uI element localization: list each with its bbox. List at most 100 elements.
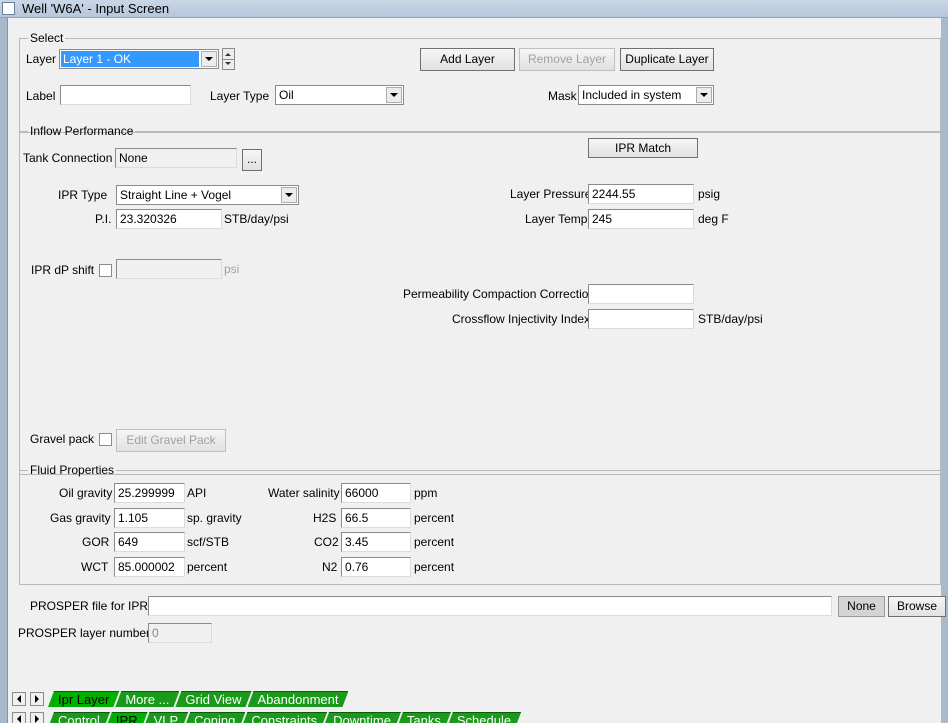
- n2-input[interactable]: 0.76: [341, 557, 411, 577]
- tab-tanks[interactable]: Tanks: [397, 712, 451, 723]
- tab-grid-view[interactable]: Grid View: [175, 691, 251, 707]
- chevron-left-icon: [17, 695, 21, 703]
- wct-label: WCT: [81, 560, 109, 574]
- select-legend: Select: [30, 31, 64, 45]
- co2-input[interactable]: 3.45: [341, 532, 411, 552]
- edit-gravel-pack-button[interactable]: Edit Gravel Pack: [116, 429, 226, 452]
- mask-value: Included in system: [582, 88, 682, 102]
- perm-compaction-label: Permeability Compaction Correction: [403, 287, 596, 301]
- layer-select[interactable]: Layer 1 - OK: [59, 49, 219, 69]
- tab-abandonment[interactable]: Abandonment: [248, 691, 349, 707]
- n2-label: N2: [322, 560, 338, 574]
- tank-connection-label: Tank Connection: [23, 151, 113, 165]
- layer-tab-bar: Ipr Layer More ... Grid View Abandonment: [8, 691, 941, 707]
- gor-unit: scf/STB: [187, 535, 230, 549]
- gor-label: GOR: [82, 535, 110, 549]
- tab-schedule[interactable]: Schedule: [447, 712, 521, 723]
- prosper-layer-number-label: PROSPER layer number: [18, 626, 151, 640]
- gas-gravity-unit: sp. gravity: [187, 511, 242, 525]
- chevron-down-icon[interactable]: [696, 87, 712, 103]
- gravel-pack-checkbox[interactable]: [99, 433, 112, 446]
- tab-more[interactable]: More ...: [115, 691, 179, 707]
- window-title: Well 'W6A' - Input Screen: [22, 1, 170, 16]
- layer-temp-input[interactable]: 245: [588, 209, 694, 229]
- layer-temp-label: Layer Temp: [525, 212, 588, 226]
- prosper-layer-number-input[interactable]: 0: [148, 623, 212, 643]
- gravel-pack-label: Gravel pack: [30, 432, 95, 446]
- ipr-dp-shift-input[interactable]: [116, 259, 222, 279]
- ipr-type-value: Straight Line + Vogel: [120, 188, 232, 202]
- tab-downtime[interactable]: Downtime: [323, 712, 401, 723]
- co2-label: CO2: [314, 535, 339, 549]
- h2s-unit: percent: [414, 511, 455, 525]
- main-tab-scroll-right[interactable]: [30, 712, 44, 723]
- tab-control[interactable]: Control: [48, 712, 110, 723]
- window-icon[interactable]: [2, 2, 15, 15]
- water-salinity-input[interactable]: 66000: [341, 483, 411, 503]
- fluid-legend: Fluid Properties: [30, 463, 115, 477]
- layer-type-label: Layer Type: [210, 89, 270, 103]
- layer-tabs: Ipr Layer More ... Grid View Abandonment: [48, 691, 344, 707]
- ipr-dp-shift-label: IPR dP shift: [31, 263, 95, 277]
- wct-input[interactable]: 85.000002: [114, 557, 185, 577]
- main-tab-scroll-left[interactable]: [12, 712, 26, 723]
- chevron-down-icon[interactable]: [201, 51, 217, 67]
- layer-pressure-label: Layer Pressure: [510, 187, 592, 201]
- ipr-type-select[interactable]: Straight Line + Vogel: [116, 185, 299, 205]
- layer-type-select[interactable]: Oil: [275, 85, 404, 105]
- right-frame: [941, 18, 948, 723]
- gas-gravity-label: Gas gravity: [50, 511, 111, 525]
- chevron-down-icon[interactable]: [281, 187, 297, 203]
- chevron-down-icon[interactable]: [386, 87, 402, 103]
- tab-scroll-right[interactable]: [30, 692, 44, 706]
- pi-unit: STB/day/psi: [224, 212, 289, 226]
- tank-browse-button[interactable]: ...: [242, 149, 262, 171]
- label-label: Label: [26, 89, 56, 103]
- layer-type-value: Oil: [279, 88, 294, 102]
- oil-gravity-unit: API: [187, 486, 207, 500]
- chevron-right-icon: [35, 715, 39, 723]
- tab-constraints[interactable]: Constraints: [241, 712, 327, 723]
- mask-select[interactable]: Included in system: [578, 85, 714, 105]
- water-salinity-label: Water salinity: [268, 486, 340, 500]
- layer-pressure-unit: psig: [698, 187, 721, 201]
- perm-compaction-input[interactable]: [588, 284, 694, 304]
- crossflow-input[interactable]: [588, 309, 694, 329]
- layer-pressure-input[interactable]: 2244.55: [588, 184, 694, 204]
- spin-up-icon[interactable]: [225, 53, 231, 56]
- tab-ipr-layer[interactable]: Ipr Layer: [48, 691, 119, 707]
- label-input[interactable]: [60, 85, 191, 105]
- gor-input[interactable]: 649: [114, 532, 185, 552]
- ipr-dp-shift-checkbox[interactable]: [99, 264, 112, 277]
- select-group: Select: [19, 31, 941, 133]
- pi-input[interactable]: 23.320326: [116, 209, 222, 229]
- oil-gravity-label: Oil gravity: [59, 486, 113, 500]
- title-bar: Well 'W6A' - Input Screen: [0, 0, 948, 18]
- gas-gravity-input[interactable]: 1.105: [114, 508, 185, 528]
- tab-coning[interactable]: Coning: [184, 712, 245, 723]
- ipr-match-button[interactable]: IPR Match: [588, 138, 698, 158]
- main-tabs: Control IPR VLP Coning Constraints Downt…: [48, 712, 517, 723]
- remove-layer-button[interactable]: Remove Layer: [519, 48, 615, 71]
- inflow-legend: Inflow Performance: [30, 124, 134, 138]
- chevron-left-icon: [17, 715, 21, 723]
- n2-unit: percent: [414, 560, 455, 574]
- tab-scroll-left[interactable]: [12, 692, 26, 706]
- prosper-file-input[interactable]: [148, 596, 832, 616]
- wct-unit: percent: [187, 560, 228, 574]
- add-layer-button[interactable]: Add Layer: [420, 48, 515, 71]
- tank-connection-field: None: [115, 148, 237, 168]
- duplicate-layer-button[interactable]: Duplicate Layer: [620, 48, 714, 71]
- input-panel: Select Layer Layer 1 - OK Add Layer Remo…: [8, 18, 946, 691]
- browse-button[interactable]: Browse: [888, 596, 946, 617]
- none-button[interactable]: None: [838, 596, 885, 617]
- h2s-input[interactable]: 66.5: [341, 508, 411, 528]
- tab-vlp[interactable]: VLP: [144, 712, 189, 723]
- layer-spinner[interactable]: [222, 48, 235, 70]
- left-frame: [0, 18, 8, 723]
- prosper-file-label: PROSPER file for IPR: [30, 599, 149, 613]
- oil-gravity-input[interactable]: 25.299999: [114, 483, 185, 503]
- tab-ipr[interactable]: IPR: [106, 712, 148, 723]
- spin-down-icon[interactable]: [225, 62, 231, 65]
- ipr-dp-shift-unit: psi: [224, 262, 240, 276]
